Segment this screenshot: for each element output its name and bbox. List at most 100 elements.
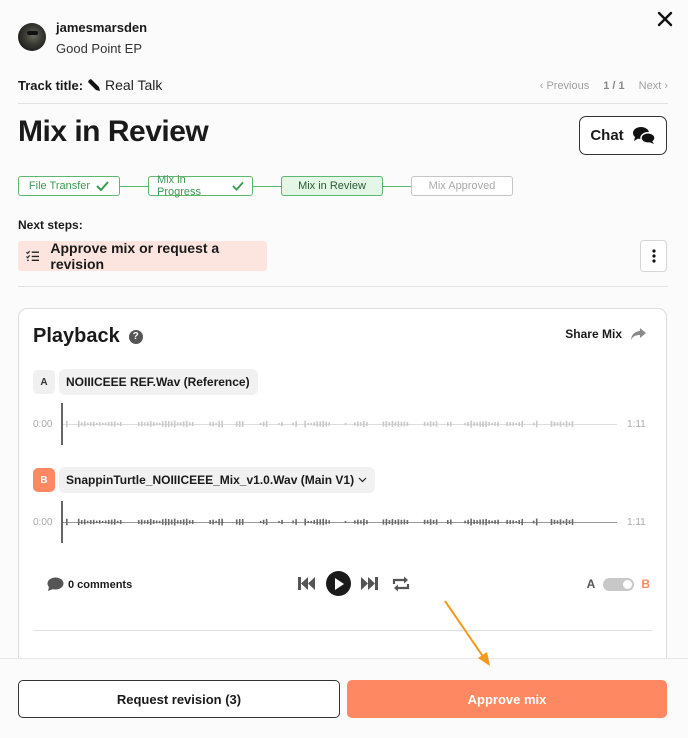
chat-button[interactable]: Chat (579, 116, 667, 155)
waveform-bar (328, 422, 330, 426)
request-revision-button[interactable]: Request revision (3) (18, 680, 340, 718)
waveform-bar (295, 421, 297, 427)
step-connector (120, 185, 148, 187)
waveform-bar (143, 422, 146, 426)
page-count: 1 / 1 (603, 80, 625, 92)
track-title-row: Track title: Real Talk (18, 77, 162, 93)
waveform-bar (518, 520, 520, 524)
waveform-bar (435, 421, 438, 427)
waveform-bar (467, 421, 469, 427)
next-step-task[interactable]: Approve mix or request a revision (18, 240, 267, 272)
pencil-icon[interactable] (87, 78, 101, 92)
comments-count: 0 comments (68, 578, 133, 591)
step-mix-approved: Mix Approved (411, 176, 513, 196)
waveform-bar (473, 421, 475, 427)
waveform-bar (146, 519, 149, 525)
waveform-bar (155, 422, 158, 426)
track-b-file-select[interactable]: SnappinTurtle_NOIIICEEE_Mix_v1.0.Wav (Ma… (59, 467, 376, 493)
track-b-waveform[interactable] (63, 501, 617, 543)
waveform-bar (400, 519, 403, 525)
waveform-bar (322, 420, 324, 428)
waveform-bar (521, 420, 523, 428)
waveform-bar (532, 422, 535, 426)
waveform-bar (77, 518, 80, 526)
waveform-bar (385, 420, 388, 428)
waveform-bar (553, 421, 556, 427)
share-mix-button[interactable]: Share Mix (565, 327, 646, 341)
waveform-bar (80, 520, 83, 524)
waveform-bar (92, 421, 95, 427)
waveform-bar (140, 421, 143, 427)
waveform-bar (241, 519, 244, 525)
waveform-bar (188, 520, 191, 524)
next-link[interactable]: Next › (639, 80, 668, 92)
waveform-bar (325, 519, 327, 525)
play-icon (334, 577, 344, 590)
waveform-bar (143, 520, 146, 524)
more-options-button[interactable] (640, 240, 667, 272)
checklist-icon (26, 250, 40, 262)
waveform-bar (382, 421, 385, 427)
waveform-bar (363, 518, 365, 526)
waveform-bar (316, 519, 318, 525)
waveform-bar (354, 422, 356, 426)
waveform-bar (406, 520, 409, 524)
waveform-bar (101, 520, 104, 523)
waveform-bar (92, 519, 95, 525)
waveform-bar (403, 421, 406, 427)
waveform-bar (423, 421, 426, 427)
page-title: Mix in Review (18, 115, 209, 148)
waveform-bar (532, 520, 535, 524)
close-icon[interactable] (656, 10, 674, 28)
waveform-bar (265, 519, 268, 525)
track-title-label: Track title: (18, 77, 84, 93)
track-b-end-time: 1:11 (627, 516, 646, 528)
waveform-bar (89, 520, 92, 524)
username: jamesmarsden (56, 20, 148, 35)
waveform-bar (185, 518, 188, 526)
waveform-bar (319, 421, 321, 427)
approve-mix-button[interactable]: Approve mix (347, 680, 667, 718)
waveform-bar (185, 420, 188, 428)
track-title[interactable]: Real Talk (105, 77, 162, 93)
waveform-bar (509, 422, 511, 426)
waveform-bar (550, 421, 553, 427)
track-a-waveform[interactable] (63, 403, 617, 445)
waveform-bar (310, 520, 312, 524)
waveform-bar (322, 518, 324, 526)
waveform-bar (360, 520, 362, 524)
waveform-bar (170, 421, 173, 427)
waveform-bar (107, 519, 110, 524)
waveform-bars-b (66, 518, 574, 526)
waveform-bar (482, 519, 484, 525)
user-avatar (18, 23, 46, 51)
waveform-bar (119, 520, 122, 524)
waveform-bar (366, 520, 368, 524)
waveform-bar (104, 520, 107, 524)
waveform-bar (137, 520, 140, 524)
waveform-bar (310, 422, 312, 426)
waveform-bar (152, 422, 155, 426)
skip-forward-icon[interactable] (361, 577, 379, 590)
comments-link[interactable]: 0 comments (47, 577, 132, 592)
waveform-bar (394, 421, 397, 427)
waveform-bar (241, 421, 244, 427)
loop-icon[interactable] (392, 576, 410, 592)
waveform-bar (278, 521, 280, 523)
ab-toggle-switch[interactable] (603, 577, 635, 591)
skip-back-icon[interactable] (298, 577, 316, 590)
waveform-bar (307, 520, 309, 524)
previous-link[interactable]: ‹ Previous (540, 80, 590, 92)
waveform-bar (179, 520, 182, 524)
help-icon[interactable]: ? (128, 329, 143, 344)
play-button[interactable] (326, 571, 351, 596)
track-b-waveform-row: 0:00 1:11 (33, 501, 653, 543)
share-mix-label: Share Mix (565, 327, 622, 341)
waveform-bar (494, 520, 496, 524)
waveform-bars-a (66, 420, 574, 428)
waveform-bar (188, 422, 191, 426)
waveform-bar (107, 421, 110, 426)
waveform-bar (447, 422, 449, 427)
waveform-bar (218, 518, 220, 526)
waveform-bar (447, 520, 449, 525)
